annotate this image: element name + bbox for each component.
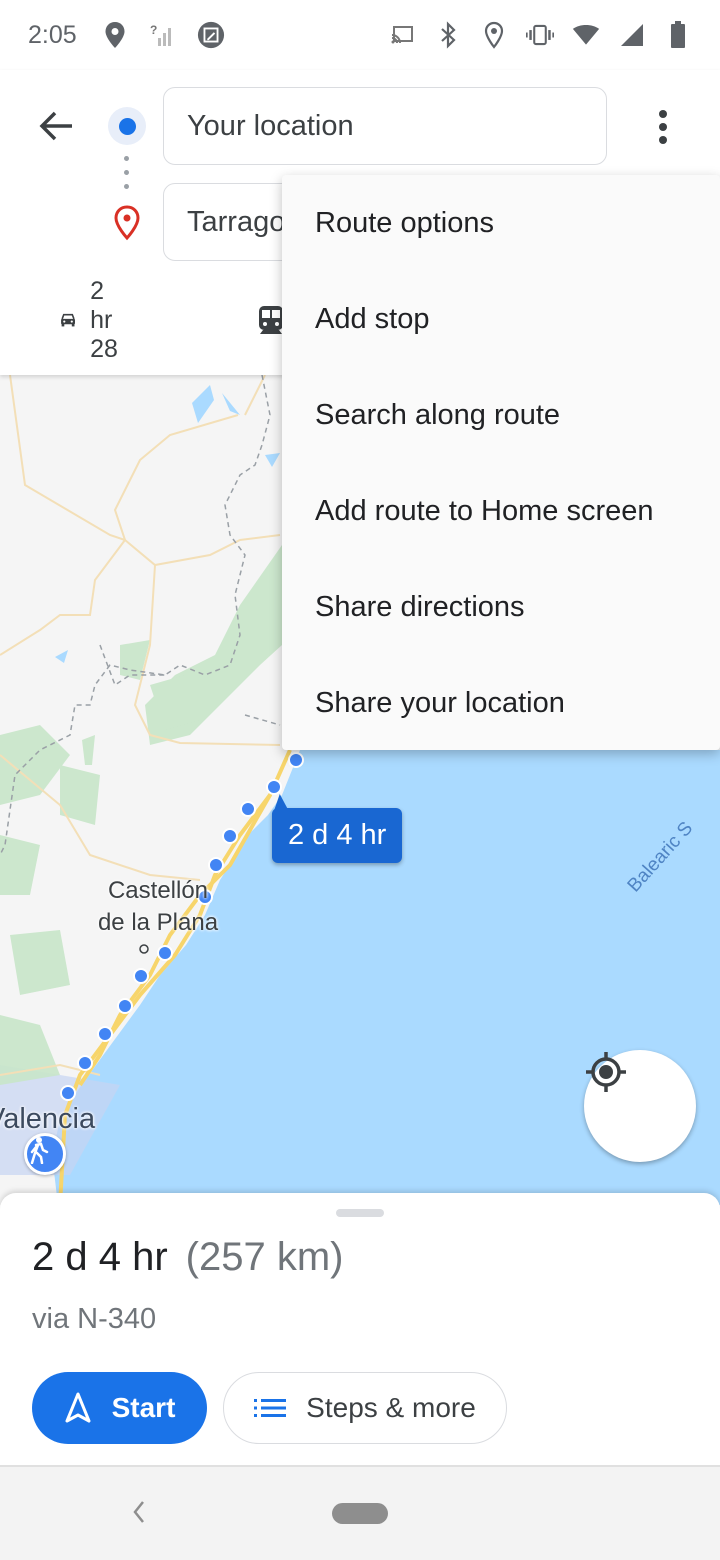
route-summary: 2 d 4 hr (257 km) <box>32 1235 343 1280</box>
nav-back-button[interactable] <box>124 1497 154 1527</box>
navigation-arrow-icon <box>65 1392 91 1423</box>
menu-item-add-route-home[interactable]: Add route to Home screen <box>282 463 720 559</box>
route-dot <box>97 1026 113 1042</box>
bluetooth-icon <box>434 21 462 49</box>
list-icon <box>254 1399 287 1417</box>
menu-item-add-stop[interactable]: Add stop <box>282 271 720 367</box>
mode-transit-tab[interactable] <box>258 295 284 345</box>
system-nav-bar <box>0 1465 720 1560</box>
route-dot <box>240 801 256 817</box>
overflow-menu: Route options Add stop Search along rout… <box>282 175 720 750</box>
route-connector <box>124 156 129 189</box>
menu-item-share-directions[interactable]: Share directions <box>282 559 720 655</box>
menu-item-route-options[interactable]: Route options <box>282 175 720 271</box>
route-via: via N-340 <box>32 1303 157 1335</box>
menu-item-share-location[interactable]: Share your location <box>282 655 720 751</box>
city-marker <box>139 944 149 954</box>
svg-text:?: ? <box>150 23 157 37</box>
crosshair-icon <box>586 1052 626 1092</box>
walking-person-icon[interactable] <box>24 1133 66 1175</box>
menu-item-search-along-route[interactable]: Search along route <box>282 367 720 463</box>
arrow-back-icon <box>39 111 72 141</box>
battery-icon <box>664 21 692 49</box>
location-outline-icon <box>480 21 508 49</box>
steps-and-more-button[interactable]: Steps & more <box>223 1372 507 1444</box>
route-dot <box>222 828 238 844</box>
drag-handle[interactable] <box>336 1209 384 1217</box>
route-summary-sheet: 2 d 4 hr (257 km) via N-340 Start Steps … <box>0 1193 720 1465</box>
nav-home-pill[interactable] <box>332 1503 388 1524</box>
origin-marker-icon <box>108 107 146 145</box>
start-label: Start <box>111 1392 176 1423</box>
no-signal-icon: ? <box>149 21 177 49</box>
wifi-icon <box>572 21 600 49</box>
map-label-castellon: Castellón de la Plana <box>97 877 219 936</box>
mode-drive-tab[interactable]: 2 hr 28 <box>60 277 132 363</box>
cast-icon <box>388 21 416 49</box>
steps-label: Steps & more <box>306 1392 476 1423</box>
route-dot <box>157 945 173 961</box>
destination-pin-icon <box>112 205 142 241</box>
route-dot <box>117 998 133 1014</box>
my-location-button[interactable] <box>584 1050 696 1162</box>
route-dot <box>60 1085 76 1101</box>
route-dot <box>77 1055 93 1071</box>
status-time: 2:05 <box>28 20 77 49</box>
start-button[interactable]: Start <box>32 1372 207 1444</box>
status-bar: 2:05 ? <box>0 0 720 70</box>
train-icon <box>259 306 283 334</box>
route-dot <box>208 857 224 873</box>
route-distance: (257 km) <box>185 1235 344 1279</box>
more-options-button[interactable] <box>640 104 686 150</box>
vibrate-icon <box>526 21 554 49</box>
origin-input[interactable]: Your location <box>163 87 607 165</box>
route-dot <box>266 779 282 795</box>
mode-drive-duration: 2 hr 28 <box>90 276 118 363</box>
back-button[interactable] <box>30 104 82 148</box>
cell-signal-icon <box>618 21 646 49</box>
route-dot <box>288 752 304 768</box>
location-pin-icon <box>101 21 129 49</box>
route-duration-callout[interactable]: 2 d 4 hr <box>272 808 403 863</box>
route-dot <box>133 968 149 984</box>
route-duration: 2 d 4 hr <box>32 1235 168 1279</box>
car-icon <box>61 313 76 327</box>
chevron-left-icon <box>133 1501 144 1523</box>
screenshot-edit-icon <box>197 21 225 49</box>
map-label-valencia: Valencia <box>0 1103 96 1135</box>
